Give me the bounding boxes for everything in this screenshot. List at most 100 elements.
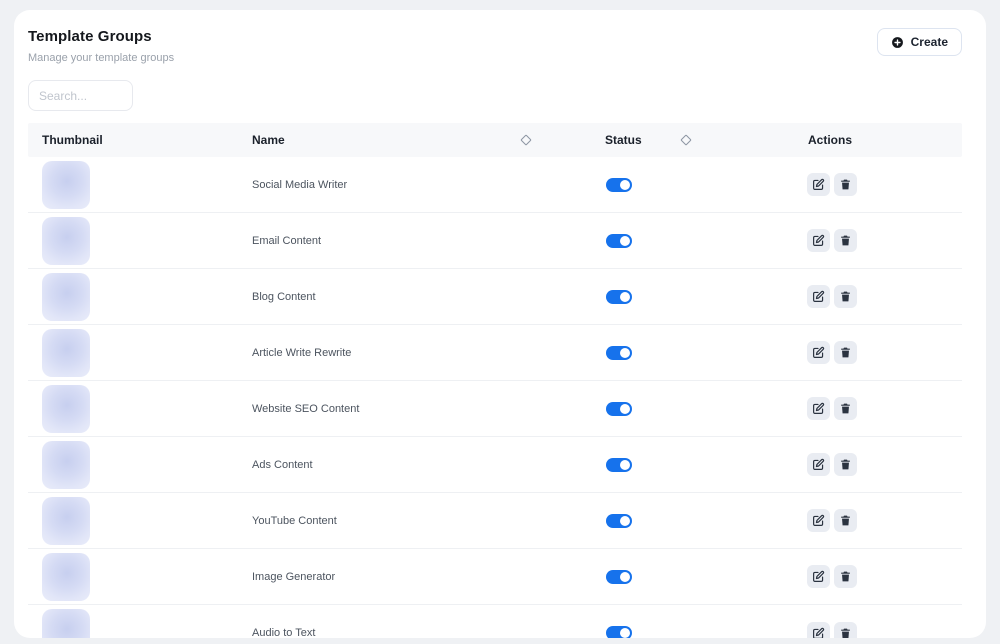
actions-cell: [748, 397, 962, 420]
status-cell: [588, 178, 748, 192]
toggle-knob: [620, 292, 630, 302]
actions-cell: [748, 173, 962, 196]
thumbnail-cell: [28, 385, 238, 433]
thumbnail-cell: [28, 273, 238, 321]
delete-button[interactable]: [834, 397, 857, 420]
template-thumbnail: [42, 553, 90, 601]
delete-button[interactable]: [834, 622, 857, 639]
delete-button[interactable]: [834, 229, 857, 252]
actions-cell: [748, 509, 962, 532]
title-block: Template Groups Manage your template gro…: [28, 28, 174, 64]
edit-pencil-icon: [812, 346, 825, 359]
row-name: Audio to Text: [238, 627, 588, 638]
thumbnail-cell: [28, 497, 238, 545]
column-label: Name: [252, 133, 285, 147]
sort-icon[interactable]: [520, 134, 531, 145]
create-button-label: Create: [911, 35, 948, 49]
status-toggle[interactable]: [606, 346, 632, 360]
delete-button[interactable]: [834, 173, 857, 196]
toggle-knob: [620, 180, 630, 190]
table-row: Website SEO Content: [28, 381, 962, 437]
table-row: Ads Content: [28, 437, 962, 493]
thumbnail-cell: [28, 217, 238, 265]
delete-button[interactable]: [834, 565, 857, 588]
status-toggle[interactable]: [606, 514, 632, 528]
trash-icon: [839, 290, 852, 303]
status-toggle[interactable]: [606, 402, 632, 416]
edit-pencil-icon: [812, 178, 825, 191]
toggle-knob: [620, 236, 630, 246]
toggle-knob: [620, 628, 630, 638]
edit-button[interactable]: [807, 341, 830, 364]
sort-icon[interactable]: [680, 134, 691, 145]
actions-cell: [748, 229, 962, 252]
template-thumbnail: [42, 441, 90, 489]
edit-button[interactable]: [807, 285, 830, 308]
row-name: Social Media Writer: [238, 179, 588, 191]
status-cell: [588, 402, 748, 416]
edit-pencil-icon: [812, 514, 825, 527]
template-thumbnail: [42, 497, 90, 545]
row-name: Email Content: [238, 235, 588, 247]
status-cell: [588, 346, 748, 360]
status-cell: [588, 626, 748, 638]
template-thumbnail: [42, 217, 90, 265]
status-toggle[interactable]: [606, 290, 632, 304]
column-label: Actions: [808, 133, 852, 147]
trash-icon: [839, 346, 852, 359]
edit-pencil-icon: [812, 570, 825, 583]
table-row: Social Media Writer: [28, 157, 962, 213]
template-thumbnail: [42, 329, 90, 377]
thumbnail-cell: [28, 553, 238, 601]
plus-circle-icon: [891, 36, 904, 49]
column-header-name: Name: [238, 133, 588, 147]
column-label: Status: [605, 133, 642, 147]
thumbnail-cell: [28, 161, 238, 209]
actions-cell: [748, 341, 962, 364]
delete-button[interactable]: [834, 453, 857, 476]
trash-icon: [839, 234, 852, 247]
actions-cell: [748, 453, 962, 476]
toggle-knob: [620, 348, 630, 358]
status-toggle[interactable]: [606, 570, 632, 584]
edit-button[interactable]: [807, 397, 830, 420]
thumbnail-cell: [28, 329, 238, 377]
trash-icon: [839, 627, 852, 639]
edit-button[interactable]: [807, 173, 830, 196]
status-toggle[interactable]: [606, 626, 632, 638]
toggle-knob: [620, 404, 630, 414]
status-toggle[interactable]: [606, 178, 632, 192]
row-name: Ads Content: [238, 459, 588, 471]
status-cell: [588, 290, 748, 304]
trash-icon: [839, 514, 852, 527]
edit-button[interactable]: [807, 622, 830, 639]
page-title: Template Groups: [28, 28, 174, 45]
actions-cell: [748, 622, 962, 639]
create-button[interactable]: Create: [877, 28, 962, 56]
edit-button[interactable]: [807, 453, 830, 476]
edit-button[interactable]: [807, 565, 830, 588]
thumbnail-cell: [28, 609, 238, 638]
table-header-row: Thumbnail Name Status Actions: [28, 123, 962, 157]
template-thumbnail: [42, 385, 90, 433]
search-input[interactable]: [28, 80, 133, 111]
table-row: Image Generator: [28, 549, 962, 605]
card-header: Template Groups Manage your template gro…: [28, 28, 962, 64]
status-toggle[interactable]: [606, 458, 632, 472]
table-row: Article Write Rewrite: [28, 325, 962, 381]
column-header-actions: Actions: [748, 133, 962, 147]
trash-icon: [839, 402, 852, 415]
toggle-knob: [620, 572, 630, 582]
edit-button[interactable]: [807, 229, 830, 252]
delete-button[interactable]: [834, 509, 857, 532]
template-groups-table: Thumbnail Name Status Actions Social Med…: [28, 123, 962, 638]
edit-button[interactable]: [807, 509, 830, 532]
delete-button[interactable]: [834, 285, 857, 308]
row-name: Website SEO Content: [238, 403, 588, 415]
actions-cell: [748, 285, 962, 308]
delete-button[interactable]: [834, 341, 857, 364]
status-cell: [588, 514, 748, 528]
table-row: Blog Content: [28, 269, 962, 325]
page-subtitle: Manage your template groups: [28, 52, 174, 64]
status-toggle[interactable]: [606, 234, 632, 248]
